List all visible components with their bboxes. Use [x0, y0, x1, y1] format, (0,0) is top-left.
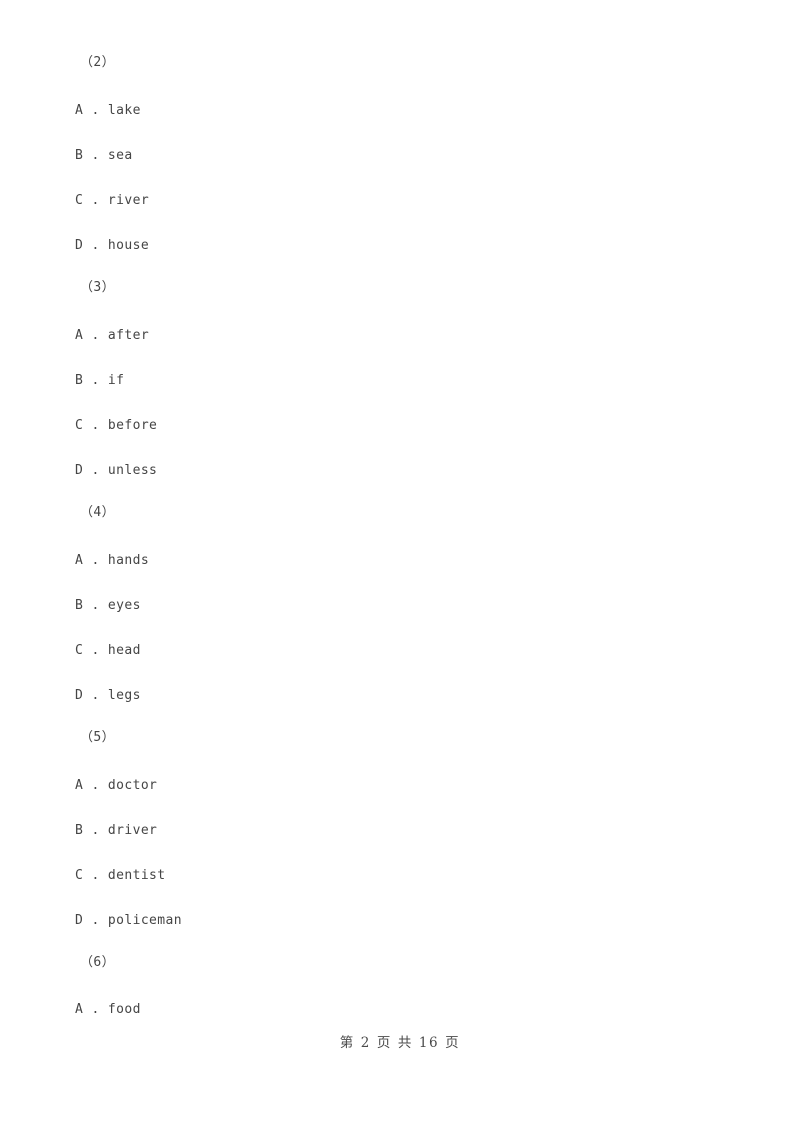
option-separator: .: [83, 193, 108, 208]
option-letter: D: [75, 688, 84, 703]
option-text: hands: [107, 553, 150, 568]
option-letter: D: [75, 913, 84, 928]
option-text: after: [107, 328, 150, 343]
option-separator: .: [83, 418, 108, 433]
answer-option[interactable]: B . driver: [75, 824, 157, 838]
option-text: head: [107, 643, 141, 658]
option-text: driver: [107, 823, 158, 838]
option-letter: C: [75, 643, 84, 658]
option-letter: B: [75, 823, 84, 838]
answer-option[interactable]: D . house: [75, 239, 149, 253]
question-number: （2）: [80, 55, 116, 70]
option-text: unless: [107, 463, 158, 478]
option-text: dentist: [107, 868, 166, 883]
option-separator: .: [83, 688, 108, 703]
option-text: sea: [107, 148, 133, 163]
option-separator: .: [83, 463, 108, 478]
option-letter: C: [75, 868, 84, 883]
page-footer: 第 2 页 共 16 页: [339, 1035, 461, 1051]
option-text: eyes: [107, 598, 141, 613]
option-letter: B: [75, 148, 84, 163]
document-page: （2） A . lake B . sea C . river D . house （3） A…: [0, 0, 800, 1132]
option-letter: C: [75, 193, 84, 208]
option-separator: .: [83, 1002, 108, 1017]
option-text: river: [107, 193, 150, 208]
option-text: food: [107, 1002, 141, 1017]
option-letter: C: [75, 418, 84, 433]
option-letter: A: [75, 553, 84, 568]
answer-option[interactable]: A . doctor: [75, 779, 157, 793]
option-text: policeman: [107, 913, 182, 928]
option-separator: .: [83, 643, 108, 658]
question-number: （3）: [80, 280, 116, 295]
answer-option[interactable]: C . dentist: [75, 869, 166, 883]
option-separator: .: [83, 598, 108, 613]
answer-option[interactable]: A . lake: [75, 104, 141, 118]
answer-option[interactable]: B . sea: [75, 149, 133, 163]
option-letter: A: [75, 778, 84, 793]
option-separator: .: [83, 238, 108, 253]
option-separator: .: [83, 373, 108, 388]
option-letter: A: [75, 328, 84, 343]
answer-option[interactable]: B . if: [75, 374, 124, 388]
option-letter: D: [75, 238, 84, 253]
option-letter: B: [75, 598, 84, 613]
option-text: legs: [107, 688, 141, 703]
option-separator: .: [83, 913, 108, 928]
option-letter: A: [75, 1002, 84, 1017]
option-separator: .: [83, 328, 108, 343]
answer-option[interactable]: A . hands: [75, 554, 149, 568]
answer-option[interactable]: D . unless: [75, 464, 157, 478]
answer-option[interactable]: A . food: [75, 1003, 141, 1017]
option-letter: B: [75, 373, 84, 388]
option-separator: .: [83, 148, 108, 163]
option-separator: .: [83, 553, 108, 568]
answer-option[interactable]: D . policeman: [75, 914, 182, 928]
option-separator: .: [83, 868, 108, 883]
answer-option[interactable]: A . after: [75, 329, 149, 343]
option-letter: A: [75, 103, 84, 118]
answer-option[interactable]: B . eyes: [75, 599, 141, 613]
option-text: before: [107, 418, 158, 433]
option-text: lake: [107, 103, 141, 118]
answer-option[interactable]: C . river: [75, 194, 149, 208]
answer-option[interactable]: C . head: [75, 644, 141, 658]
option-text: house: [107, 238, 150, 253]
question-number: （5）: [80, 730, 116, 745]
option-separator: .: [83, 823, 108, 838]
question-number: （4）: [80, 505, 116, 520]
option-separator: .: [83, 103, 108, 118]
option-letter: D: [75, 463, 84, 478]
answer-option[interactable]: C . before: [75, 419, 157, 433]
option-text: doctor: [107, 778, 158, 793]
question-number: （6）: [80, 955, 116, 970]
option-separator: .: [83, 778, 108, 793]
answer-option[interactable]: D . legs: [75, 689, 141, 703]
option-text: if: [107, 373, 125, 388]
